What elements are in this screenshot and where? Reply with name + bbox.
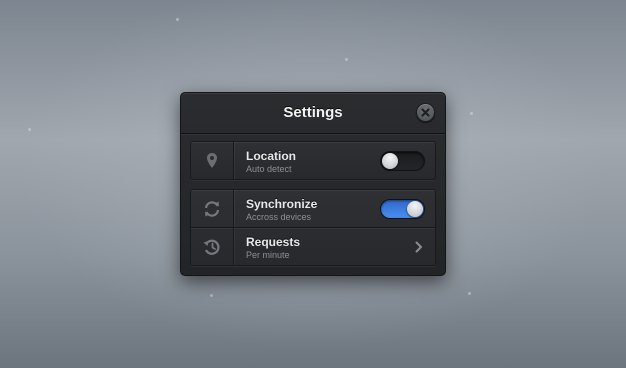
background-speck [470,112,473,115]
sync-icon [204,200,220,217]
toggle-knob [382,153,398,169]
location-pin-icon [207,153,217,168]
setting-sublabel: Auto detect [246,164,292,174]
panel-title: Settings [283,104,343,121]
background-speck [28,128,31,131]
requests-icon-cell [191,228,234,265]
setting-label: Location [246,149,296,163]
location-group: Location Auto detect [190,141,436,180]
toggle-knob [407,201,423,217]
setting-label: Requests [246,235,301,249]
history-icon [203,239,220,255]
location-icon-cell [191,142,234,179]
background-speck [345,58,348,61]
close-icon [421,108,430,117]
background-speck [468,292,471,295]
sync-icon-cell [191,190,234,227]
setting-row-requests[interactable]: Requests Per minute [191,227,435,265]
setting-row-location: Location Auto detect [191,142,435,179]
panel-header: Settings [181,93,445,134]
setting-row-synchronize: Synchronize Accross devices [191,190,435,227]
setting-label: Synchronize [246,197,318,211]
settings-panel: Settings Location Auto detect Synchroniz… [180,92,446,276]
synchronize-toggle[interactable] [380,199,425,219]
background-speck [176,18,179,21]
background-speck [210,294,213,297]
location-toggle[interactable] [380,151,425,171]
sync-requests-group: Synchronize Accross devices Requests Per… [190,189,436,266]
close-button[interactable] [416,103,435,122]
setting-sublabel: Accross devices [246,212,312,222]
chevron-right-icon [415,241,422,253]
setting-sublabel: Per minute [246,250,290,260]
